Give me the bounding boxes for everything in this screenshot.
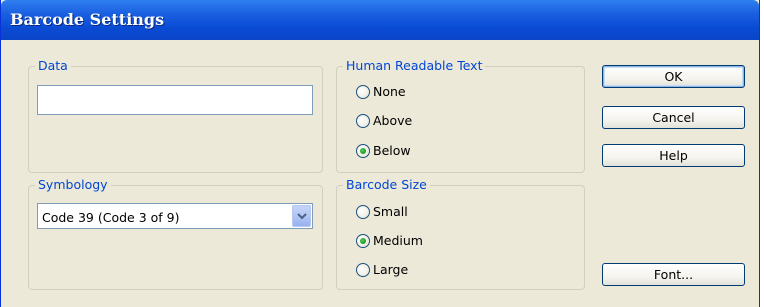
barcode-settings-dialog: Barcode Settings Data Symbology Code 39 …	[0, 0, 760, 307]
font-button[interactable]: Font...	[602, 263, 745, 286]
help-button[interactable]: Help	[602, 144, 745, 167]
radio-none-circle	[356, 85, 370, 99]
data-group-label: Data	[35, 58, 71, 74]
radio-small-circle	[356, 205, 370, 219]
human-readable-text-group: Human Readable Text None Above Below	[336, 58, 585, 173]
data-group: Data	[28, 58, 323, 173]
radio-above-circle	[356, 114, 370, 128]
radio-above-label: Above	[373, 113, 413, 128]
data-input[interactable]	[37, 85, 313, 115]
barcode-size-group-label: Barcode Size	[343, 177, 430, 193]
chevron-down-icon	[297, 213, 307, 220]
cancel-button[interactable]: Cancel	[602, 106, 745, 129]
radio-medium-circle	[356, 234, 370, 248]
radio-selected-dot	[360, 148, 366, 154]
radio-selected-dot	[360, 238, 366, 244]
symbology-dropdown-button[interactable]	[292, 205, 311, 227]
radio-none-label: None	[373, 84, 406, 99]
title-bar[interactable]: Barcode Settings	[1, 0, 759, 40]
radio-small-label: Small	[373, 204, 408, 219]
symbology-select[interactable]: Code 39 (Code 3 of 9)	[37, 203, 313, 229]
radio-below-circle	[356, 144, 370, 158]
symbology-group-label: Symbology	[35, 177, 111, 193]
ok-button[interactable]: OK	[602, 65, 745, 88]
human-readable-text-group-label: Human Readable Text	[343, 58, 486, 74]
radio-medium-label: Medium	[373, 233, 423, 248]
window-title: Barcode Settings	[10, 10, 165, 29]
symbology-selected-value: Code 39 (Code 3 of 9)	[42, 210, 180, 225]
radio-large-label: Large	[373, 262, 409, 277]
radio-large-circle	[356, 263, 370, 277]
radio-below-label: Below	[373, 143, 411, 158]
barcode-size-group: Barcode Size Small Medium Large	[336, 177, 585, 290]
symbology-group: Symbology Code 39 (Code 3 of 9)	[28, 177, 323, 290]
